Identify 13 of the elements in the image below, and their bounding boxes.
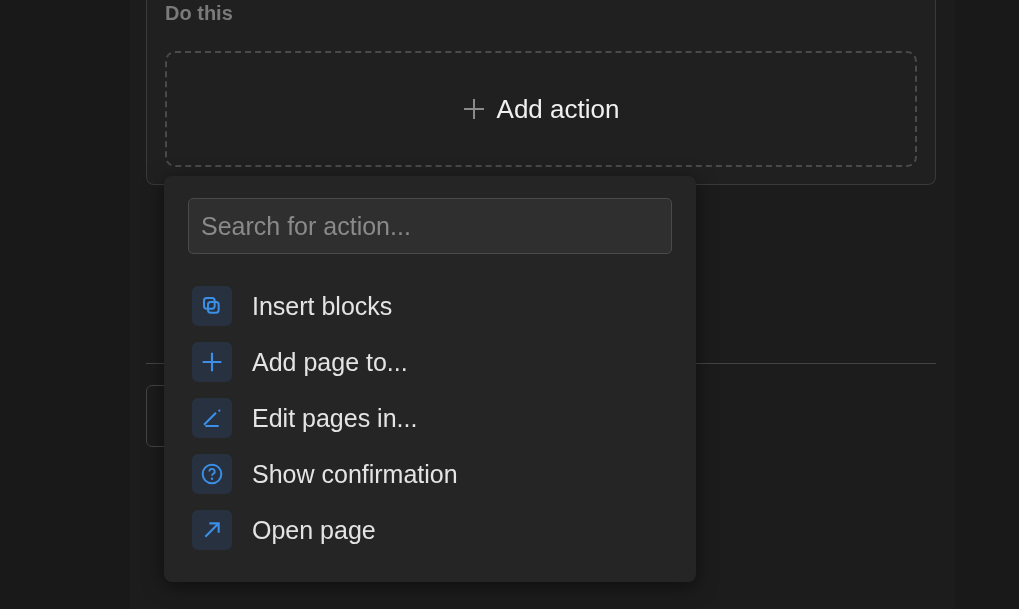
add-action-button[interactable]: Add action bbox=[165, 51, 917, 167]
copy-icon bbox=[192, 286, 232, 326]
menu-item[interactable]: Open page bbox=[188, 510, 672, 550]
pencil-icon bbox=[192, 398, 232, 438]
menu-item[interactable]: Edit pages in... bbox=[188, 398, 672, 438]
section-label: Do this bbox=[165, 2, 233, 25]
menu-item[interactable]: Insert blocks bbox=[188, 286, 672, 326]
search-field[interactable]: Search for action... bbox=[188, 198, 672, 254]
plus-icon bbox=[192, 342, 232, 382]
menu-item[interactable]: Show confirmation bbox=[188, 454, 672, 494]
plus-icon bbox=[462, 98, 485, 120]
menu-item[interactable]: Add page to... bbox=[188, 342, 672, 382]
question-icon bbox=[192, 454, 232, 494]
